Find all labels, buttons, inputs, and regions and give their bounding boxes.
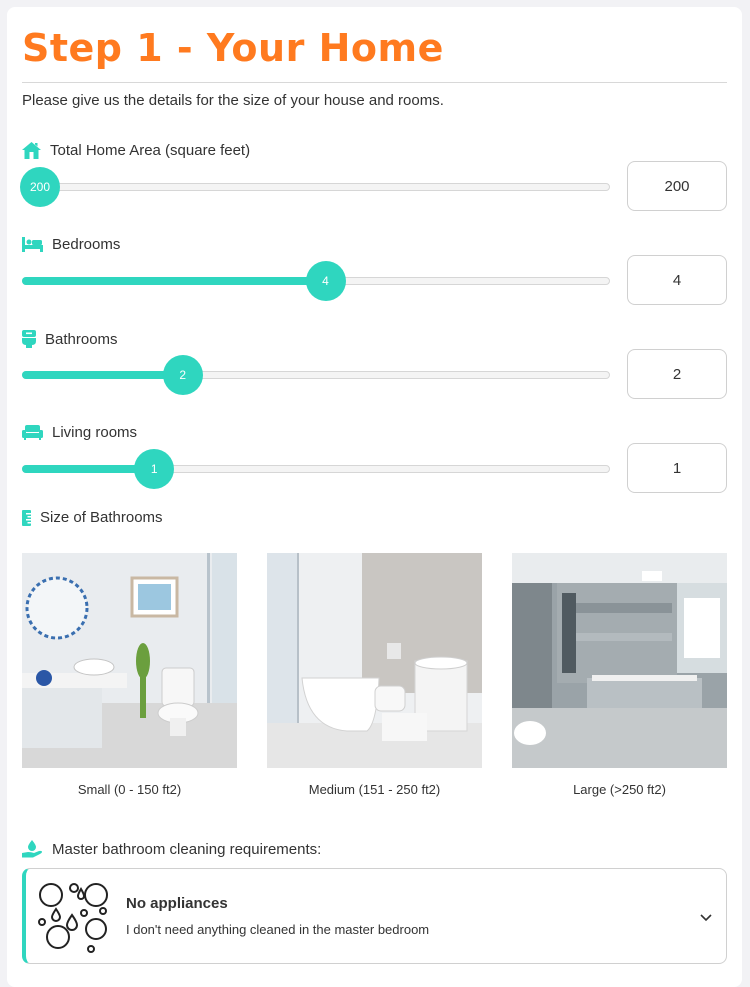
bubbles-icon <box>36 879 108 958</box>
bathroom-size-option-large[interactable]: Large (>250 ft2) <box>512 553 727 797</box>
bathroom-size-option-small[interactable]: Small (0 - 150 ft2) <box>22 553 237 797</box>
large-bathroom-caption: Large (>250 ft2) <box>573 782 666 797</box>
hand-drop-icon <box>22 840 43 858</box>
house-icon <box>22 142 41 159</box>
bedrooms-label: Bedrooms <box>22 236 120 253</box>
sofa-icon <box>22 425 43 440</box>
ruler-icon <box>22 509 31 526</box>
small-bathroom-image <box>22 553 237 768</box>
living-rooms-label: Living rooms <box>22 424 137 441</box>
living-rooms-input[interactable] <box>627 443 727 493</box>
bedrooms-input[interactable] <box>627 255 727 305</box>
master-bathroom-select[interactable]: No appliances I don't need anything clea… <box>22 868 727 964</box>
home-area-label: Total Home Area (square feet) <box>22 142 250 159</box>
home-area-label-text: Total Home Area (square feet) <box>50 142 251 159</box>
bathroom-size-label-text: Size of Bathrooms <box>40 509 163 526</box>
home-area-slider[interactable]: 200 <box>20 167 610 207</box>
selected-option-description: I don't need anything cleaned in the mas… <box>126 922 430 937</box>
selected-option-title: No appliances <box>126 895 228 912</box>
living-rooms-slider[interactable]: 1 <box>22 449 610 489</box>
master-bathroom-label: Master bathroom cleaning requirements: <box>22 840 321 858</box>
chevron-down-icon[interactable] <box>700 909 712 927</box>
toilet-icon <box>22 330 36 348</box>
page-title: Step 1 - Your Home <box>22 26 444 70</box>
medium-bathroom-caption: Medium (151 - 250 ft2) <box>308 782 441 797</box>
home-area-slider-thumb[interactable]: 200 <box>20 167 60 207</box>
small-bathroom-caption: Small (0 - 150 ft2) <box>77 782 182 797</box>
bedrooms-slider[interactable]: 4 <box>22 261 610 301</box>
bedrooms-label-text: Bedrooms <box>52 236 121 253</box>
home-area-input[interactable] <box>627 161 727 211</box>
bathrooms-input[interactable] <box>627 349 727 399</box>
title-divider <box>22 82 727 83</box>
bathrooms-slider-fill <box>22 371 183 379</box>
bedrooms-slider-thumb[interactable]: 4 <box>305 261 346 301</box>
living-rooms-label-text: Living rooms <box>52 424 138 441</box>
bed-icon <box>22 237 43 252</box>
master-bathroom-label-text: Master bathroom cleaning requirements: <box>52 840 322 858</box>
bathrooms-slider-thumb[interactable]: 2 <box>162 355 203 395</box>
bathrooms-label: Bathrooms <box>22 330 118 348</box>
medium-bathroom-image <box>267 553 482 768</box>
bathrooms-slider[interactable]: 2 <box>22 355 610 395</box>
page-subtitle: Please give us the details for the size … <box>22 92 444 109</box>
living-rooms-slider-thumb[interactable]: 1 <box>134 449 175 489</box>
bathrooms-label-text: Bathrooms <box>45 330 118 348</box>
bedrooms-slider-fill <box>22 277 326 285</box>
large-bathroom-image <box>512 553 727 768</box>
bathroom-size-label: Size of Bathrooms <box>22 509 163 526</box>
bathroom-size-option-medium[interactable]: Medium (151 - 250 ft2) <box>267 553 482 797</box>
